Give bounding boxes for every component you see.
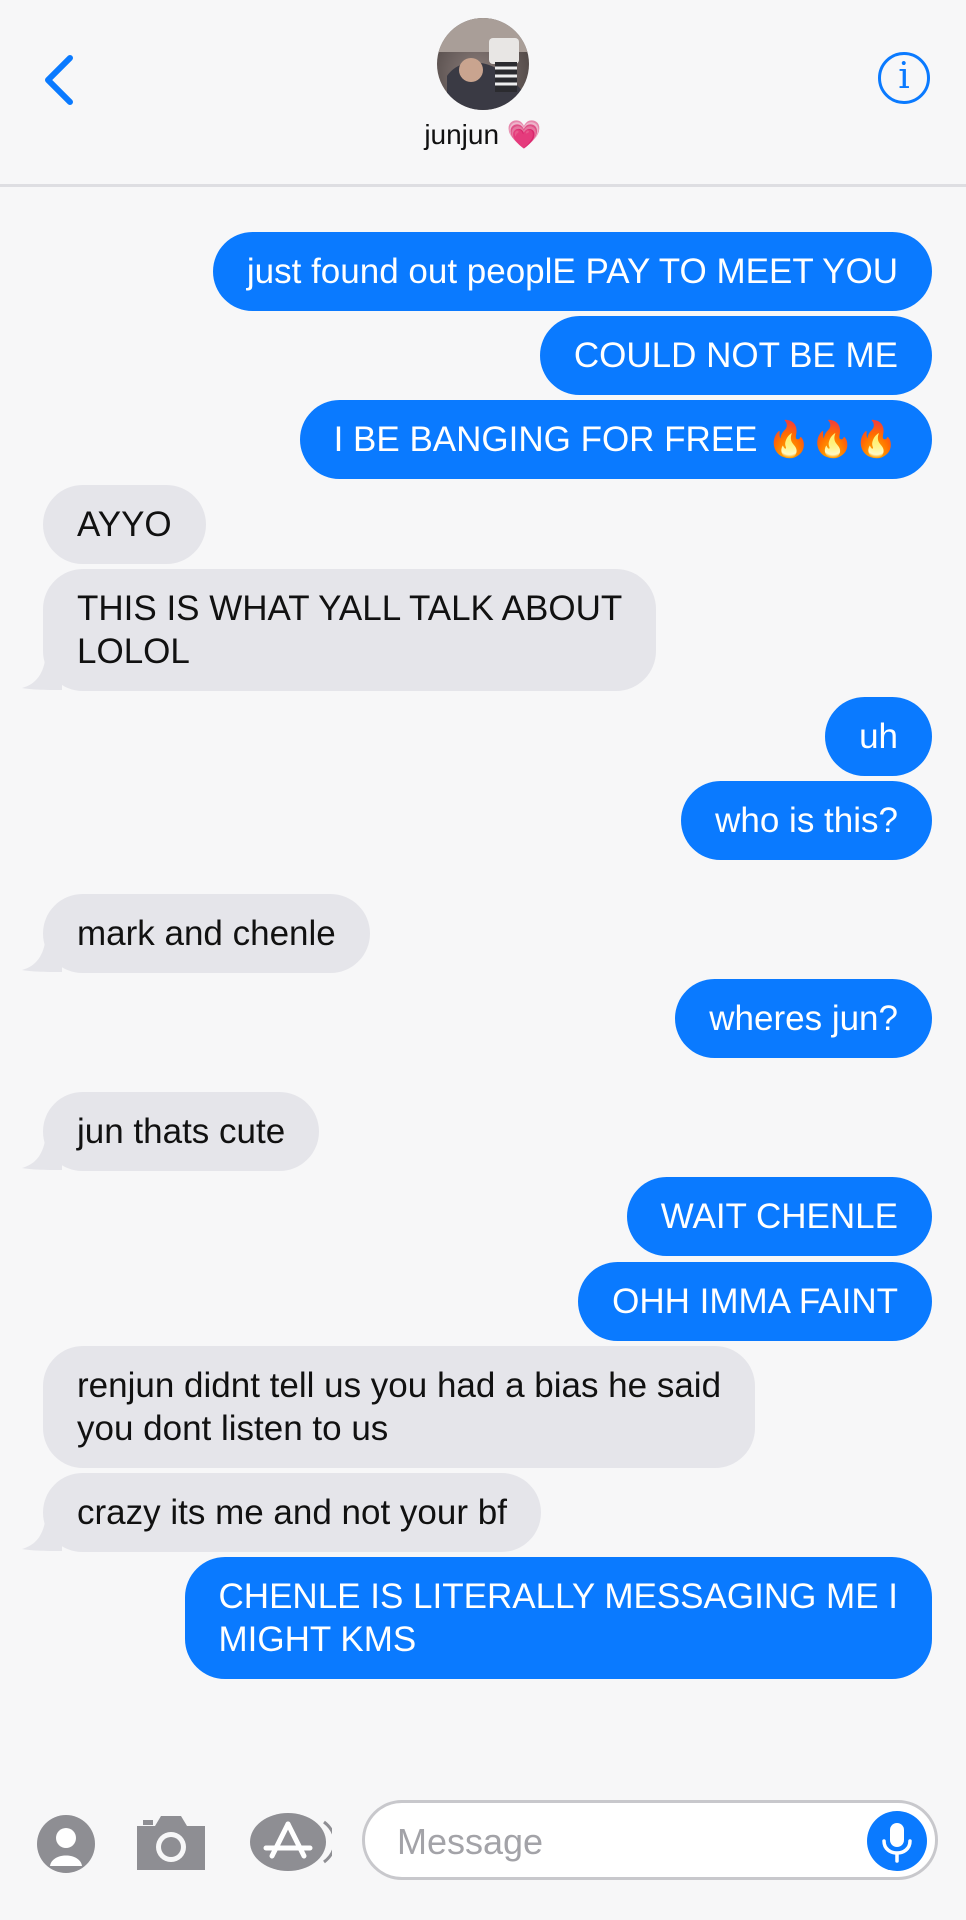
contact-name[interactable]: junjun 💗 [0,118,966,151]
received-bubble-tail [22,1511,62,1551]
sent-message[interactable]: I BE BANGING FOR FREE 🔥🔥🔥 [299,400,932,479]
sent-message[interactable]: who is this? [681,781,932,860]
sent-message[interactable]: WAIT CHENLE [626,1177,932,1256]
sent-message[interactable]: uh [825,697,932,776]
received-bubble-tail [22,932,62,972]
received-bubble-tail [22,650,62,690]
message-input[interactable]: Message [362,1800,938,1880]
info-button[interactable]: i [878,52,930,104]
received-message[interactable]: renjun didnt tell us you had a bias he s… [43,1346,756,1468]
received-bubble-tail [22,1130,62,1170]
conversation-header: junjun 💗 i [0,0,966,187]
contact-avatar[interactable] [437,18,529,110]
microphone-icon [882,1823,912,1863]
received-message[interactable]: THIS IS WHAT YALL TALK ABOUT LOLOL [43,569,657,691]
back-button[interactable] [38,50,88,110]
received-message[interactable]: jun thats cute [43,1092,320,1171]
received-message[interactable]: crazy its me and not your bf [43,1473,541,1552]
microphone-button[interactable] [867,1811,927,1871]
info-icon: i [898,56,910,97]
app-store-icon[interactable] [250,1812,332,1872]
message-placeholder: Message [397,1821,544,1862]
received-message[interactable]: mark and chenle [43,894,370,973]
memoji-icon[interactable] [36,1814,96,1874]
sent-message[interactable]: wheres jun? [675,979,932,1058]
avatar-photo [437,18,529,110]
compose-bar: Message [0,1784,966,1920]
sent-message[interactable]: CHENLE IS LITERALLY MESSAGING ME I MIGHT… [184,1557,932,1679]
chevron-left-icon [45,55,73,105]
sent-message[interactable]: just found out peoplE PAY TO MEET YOU [212,232,932,311]
received-message[interactable]: AYYO [43,485,206,564]
camera-icon[interactable] [133,1810,209,1874]
sent-message[interactable]: COULD NOT BE ME [539,316,932,395]
sent-message[interactable]: OHH IMMA FAINT [578,1262,932,1341]
